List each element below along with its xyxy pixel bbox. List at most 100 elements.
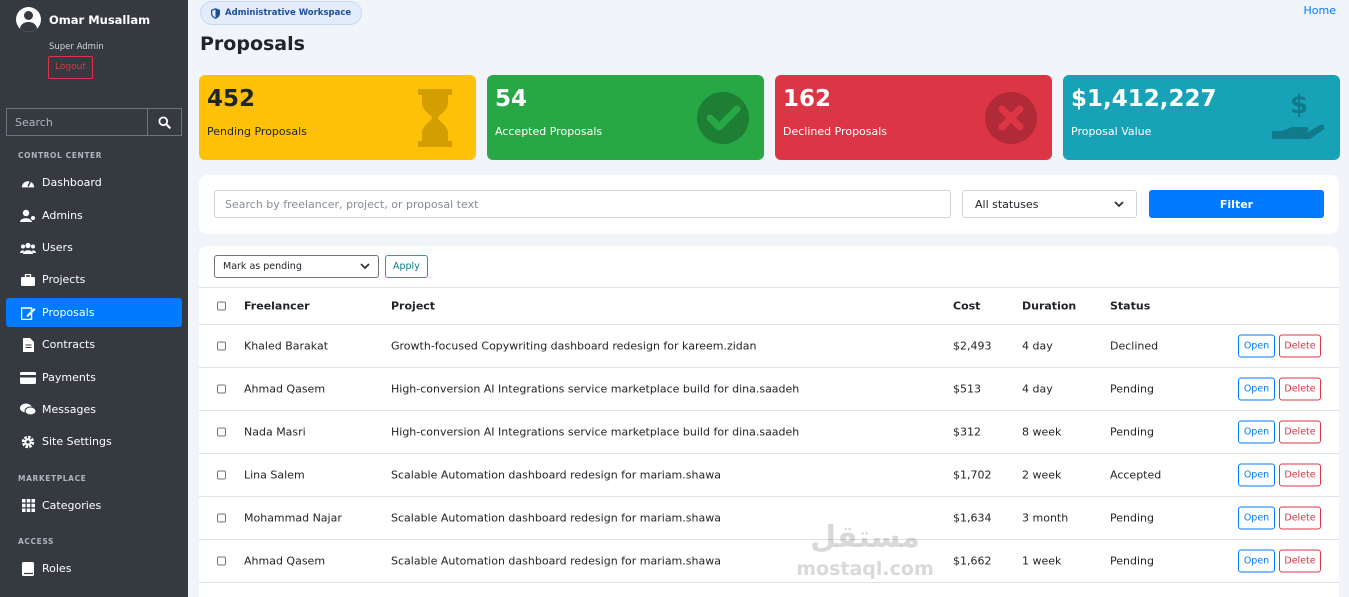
cell-project: Scalable Automation dashboard redesign f… [391,511,721,525]
proposal-search-input[interactable] [214,190,951,218]
proposals-table-panel: Mark as pending Apply Freelancer Project… [199,246,1339,597]
section-marketplace: MARKETPLACE [18,474,87,483]
user-avatar-icon [16,7,41,32]
col-cost[interactable]: Cost [953,300,980,313]
table-row: Khaled Barakat Growth-focused Copywriting… [199,325,1339,368]
sidebar-item-categories[interactable]: Categories [6,491,182,520]
open-button[interactable]: Open [1238,506,1275,530]
sidebar-item-label: Projects [42,273,86,286]
sidebar-search-input[interactable] [6,108,147,136]
cell-duration: 3 month [1022,511,1069,525]
open-button[interactable]: Open [1238,463,1275,487]
sidebar-search [6,108,182,136]
open-button[interactable]: Open [1238,420,1275,444]
hand-dollar-icon: $ [1272,90,1325,139]
workspace-badge-label: Administrative Workspace [225,8,352,18]
table-row: Nada Masri High-conversion AI Integration… [199,411,1339,454]
logout-button[interactable]: Logout [48,56,93,79]
search-icon [158,115,171,129]
col-freelancer[interactable]: Freelancer [244,300,310,313]
cell-freelancer: Ahmad Qasem [244,554,326,568]
sidebar-item-label: Contracts [42,338,96,351]
col-status[interactable]: Status [1110,300,1150,313]
status-select[interactable]: All statuses [962,190,1137,218]
select-all-checkbox[interactable] [217,301,226,311]
sidebar-item-projects[interactable]: Projects [6,265,182,294]
delete-button[interactable]: Delete [1279,420,1321,444]
cell-status: Pending [1110,511,1154,525]
delete-button[interactable]: Delete [1279,334,1321,358]
cell-status: Pending [1110,554,1154,568]
sidebar-item-messages[interactable]: Messages [6,395,182,424]
sidebar-item-contracts[interactable]: Contracts [6,330,182,359]
row-checkbox[interactable] [217,427,226,437]
filter-button[interactable]: Filter [1149,190,1324,218]
sidebar-item-label: Dashboard [42,176,102,189]
svg-text:$: $ [1290,90,1308,120]
cell-freelancer: Mohammad Najar [244,511,342,525]
delete-button[interactable]: Delete [1279,506,1321,530]
delete-button[interactable]: Delete [1279,377,1321,401]
sidebar-item-label: Payments [42,371,96,384]
gear-icon [20,435,36,449]
stat-value: $1,412,227 [1071,86,1217,112]
cell-cost: $1,702 [953,468,992,482]
sidebar-item-roles[interactable]: Roles [6,554,182,583]
briefcase-icon [20,273,36,287]
cell-freelancer: Nada Masri [244,425,306,439]
cell-project: Scalable Automation dashboard redesign f… [391,554,721,568]
sidebar-search-button[interactable] [147,108,182,136]
cell-cost: $1,634 [953,511,992,525]
stat-card-value: $1,412,227 Proposal Value $ [1063,75,1340,160]
user-role: Super Admin [49,42,104,52]
sidebar-item-site-settings[interactable]: Site Settings [6,427,182,456]
open-button[interactable]: Open [1238,549,1275,573]
open-button[interactable]: Open [1238,377,1275,401]
sidebar-item-users[interactable]: Users [6,233,182,262]
table-row: Ahmad Qasem Scalable Automation dashboard… [199,540,1339,583]
row-checkbox[interactable] [217,384,226,394]
bulk-apply-button[interactable]: Apply [385,255,428,278]
cell-duration: 8 week [1022,425,1062,439]
cell-project: High-conversion AI Integrations service … [391,382,800,396]
bulk-action-select[interactable]: Mark as pending [214,255,379,278]
cell-cost: $2,493 [953,339,992,353]
cell-project: Scalable Automation dashboard redesign f… [391,468,721,482]
file-icon [20,337,36,352]
delete-button[interactable]: Delete [1279,463,1321,487]
col-project[interactable]: Project [391,300,435,313]
comments-icon [20,403,36,417]
table-header: Freelancer Project Cost Duration Status [199,287,1339,325]
chevron-down-icon [360,263,370,270]
sidebar-item-payments[interactable]: Payments [6,363,182,392]
chevron-down-icon [1114,200,1124,207]
cell-duration: 4 day [1022,339,1053,353]
sidebar-item-dashboard[interactable]: Dashboard [6,168,182,197]
stat-label: Declined Proposals [783,125,888,138]
cell-status: Accepted [1110,468,1162,482]
sidebar-item-proposals[interactable]: Proposals [6,298,182,327]
home-link[interactable]: Home [1304,4,1336,17]
cell-cost: $513 [953,382,981,396]
page-title: Proposals [200,33,305,55]
cell-cost: $312 [953,425,981,439]
delete-button[interactable]: Delete [1279,549,1321,573]
dashboard-icon [20,176,36,190]
col-duration[interactable]: Duration [1022,300,1076,313]
workspace-badge: Administrative Workspace [200,1,363,25]
sidebar-item-label: Users [42,241,73,254]
cell-status: Pending [1110,425,1154,439]
open-button[interactable]: Open [1238,334,1275,358]
check-circle-icon [697,92,749,144]
row-checkbox[interactable] [217,513,226,523]
status-select-value: All statuses [975,197,1039,211]
edit-icon [20,306,36,320]
hourglass-icon [418,89,452,147]
sidebar-item-label: Admins [42,209,83,222]
row-checkbox[interactable] [217,341,226,351]
sidebar-item-admins[interactable]: Admins [6,201,182,230]
sidebar-item-label: Categories [42,499,102,512]
row-checkbox[interactable] [217,470,226,480]
row-checkbox[interactable] [217,556,226,566]
main-content: Administrative Workspace Home Proposals … [188,0,1349,597]
